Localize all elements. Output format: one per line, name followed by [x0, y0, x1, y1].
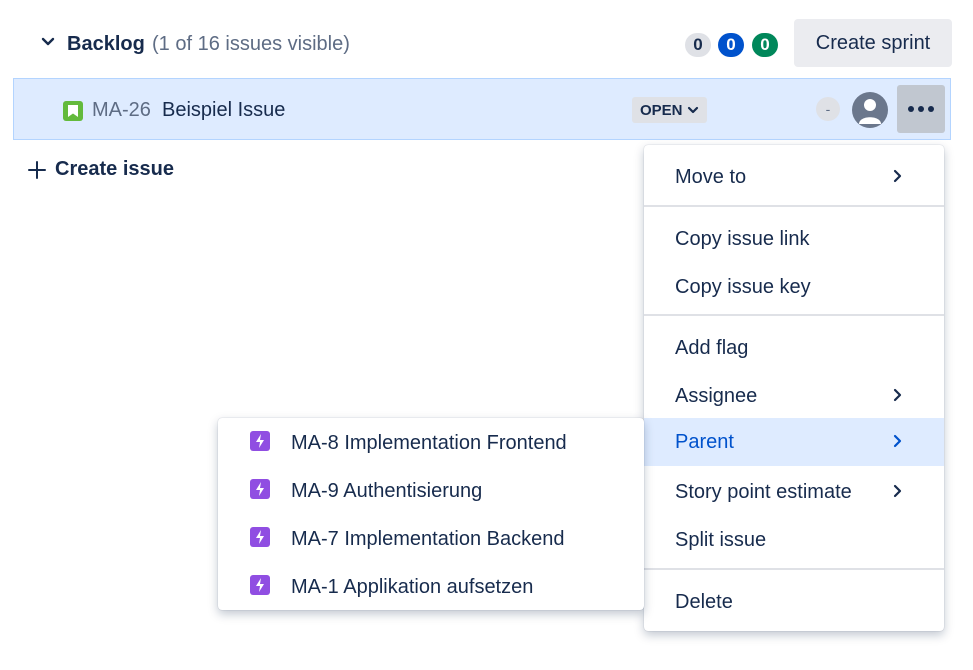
- menu-item-copy-issue-link[interactable]: Copy issue link: [644, 215, 944, 263]
- in-progress-count-badge: 0: [718, 33, 744, 57]
- menu-divider: [644, 568, 944, 570]
- backlog-header: Backlog (1 of 16 issues visible) 0 0 0 C…: [0, 18, 973, 70]
- create-sprint-button[interactable]: Create sprint: [794, 19, 952, 67]
- more-actions-button[interactable]: [897, 85, 945, 133]
- epic-icon: [250, 431, 270, 451]
- create-issue-button[interactable]: Create issue: [27, 158, 174, 181]
- epic-icon: [250, 527, 270, 547]
- issue-context-menu: Move to Copy issue link Copy issue key A…: [644, 145, 944, 631]
- chevron-right-icon: [893, 388, 902, 402]
- status-label: OPEN: [640, 101, 683, 119]
- menu-item-parent[interactable]: Parent: [644, 418, 944, 466]
- parent-option[interactable]: MA-8 Implementation Frontend: [218, 419, 644, 467]
- epic-icon: [250, 575, 270, 595]
- create-issue-label: Create issue: [55, 158, 174, 180]
- chevron-down-icon: [687, 106, 698, 114]
- menu-item-delete[interactable]: Delete: [644, 578, 944, 626]
- backlog-title[interactable]: Backlog: [67, 33, 145, 56]
- backlog-issue-count: (1 of 16 issues visible): [152, 33, 350, 55]
- dot: [928, 106, 934, 112]
- chevron-down-icon[interactable]: [40, 34, 56, 50]
- menu-item-split-issue[interactable]: Split issue: [644, 516, 944, 564]
- chevron-right-icon: [893, 484, 902, 498]
- user-icon: [859, 99, 881, 124]
- parent-option[interactable]: MA-9 Authentisierung: [218, 467, 644, 515]
- todo-count-badge: 0: [685, 33, 711, 57]
- menu-divider: [644, 314, 944, 316]
- issue-summary[interactable]: Beispiel Issue: [162, 99, 285, 122]
- dot: [908, 106, 914, 112]
- issue-key[interactable]: MA-26: [92, 99, 151, 122]
- plus-icon: [28, 160, 46, 179]
- menu-item-copy-issue-key[interactable]: Copy issue key: [644, 263, 944, 311]
- story-point-estimate-badge[interactable]: -: [816, 97, 840, 121]
- parent-option[interactable]: MA-1 Applikation aufsetzen: [218, 563, 644, 611]
- chevron-right-icon: [893, 434, 902, 448]
- story-icon: [63, 101, 83, 121]
- parent-submenu: MA-8 Implementation Frontend MA-9 Authen…: [218, 418, 644, 610]
- menu-divider: [644, 205, 944, 207]
- chevron-right-icon: [893, 169, 902, 183]
- epic-icon: [250, 479, 270, 499]
- status-dropdown[interactable]: OPEN: [632, 97, 707, 123]
- menu-item-move-to[interactable]: Move to: [644, 153, 944, 201]
- assignee-avatar[interactable]: [852, 92, 888, 128]
- menu-item-add-flag[interactable]: Add flag: [644, 324, 944, 372]
- menu-item-assignee[interactable]: Assignee: [644, 372, 944, 420]
- menu-item-story-point-estimate[interactable]: Story point estimate: [644, 468, 944, 516]
- parent-option[interactable]: MA-7 Implementation Backend: [218, 515, 644, 563]
- dot: [918, 106, 924, 112]
- issue-row[interactable]: MA-26 Beispiel Issue OPEN -: [13, 78, 951, 140]
- done-count-badge: 0: [752, 33, 778, 57]
